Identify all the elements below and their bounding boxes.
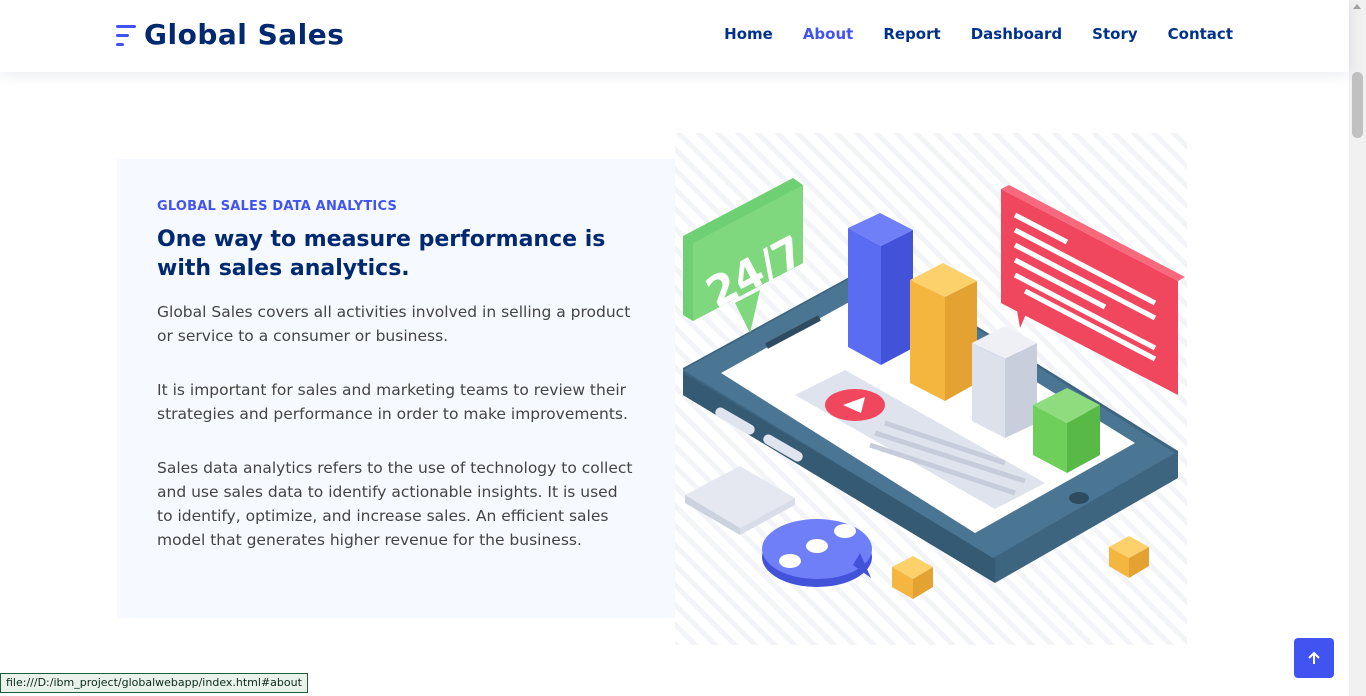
- vertical-scrollbar[interactable]: [1349, 0, 1366, 696]
- nav-about[interactable]: About: [803, 25, 854, 43]
- logo[interactable]: Global Sales: [116, 18, 344, 51]
- nav-story[interactable]: Story: [1092, 25, 1137, 43]
- site-header: Global Sales Home About Report Dashboard…: [0, 0, 1349, 72]
- nav-dashboard[interactable]: Dashboard: [971, 25, 1062, 43]
- about-content: GLOBAL SALES DATA ANALYTICS One way to m…: [117, 159, 675, 618]
- section-eyebrow: GLOBAL SALES DATA ANALYTICS: [157, 199, 398, 214]
- status-bar-url: file:///D:/ibm_project/globalwebapp/inde…: [0, 673, 308, 693]
- nav-contact[interactable]: Contact: [1168, 25, 1233, 43]
- main-nav: Home About Report Dashboard Story Contac…: [694, 25, 1233, 43]
- about-paragraph-3: Sales data analytics refers to the use o…: [157, 459, 633, 549]
- arrow-up-icon: [1308, 651, 1320, 664]
- about-paragraph-1: Global Sales covers all activities invol…: [157, 303, 631, 345]
- scroll-up-arrow-icon[interactable]: [1353, 4, 1361, 9]
- nav-report[interactable]: Report: [883, 25, 940, 43]
- analytics-illustration: 24/7: [675, 133, 1187, 645]
- about-paragraph-2: It is important for sales and marketing …: [157, 381, 628, 423]
- scroll-thumb[interactable]: [1352, 72, 1363, 138]
- logo-text: Global Sales: [144, 18, 345, 51]
- logo-bars-icon: [116, 21, 138, 49]
- section-headline: One way to measure performance is with s…: [157, 227, 606, 281]
- nav-home[interactable]: Home: [724, 25, 773, 43]
- back-to-top-button[interactable]: [1294, 638, 1334, 678]
- page: Global Sales Home About Report Dashboard…: [0, 0, 1366, 696]
